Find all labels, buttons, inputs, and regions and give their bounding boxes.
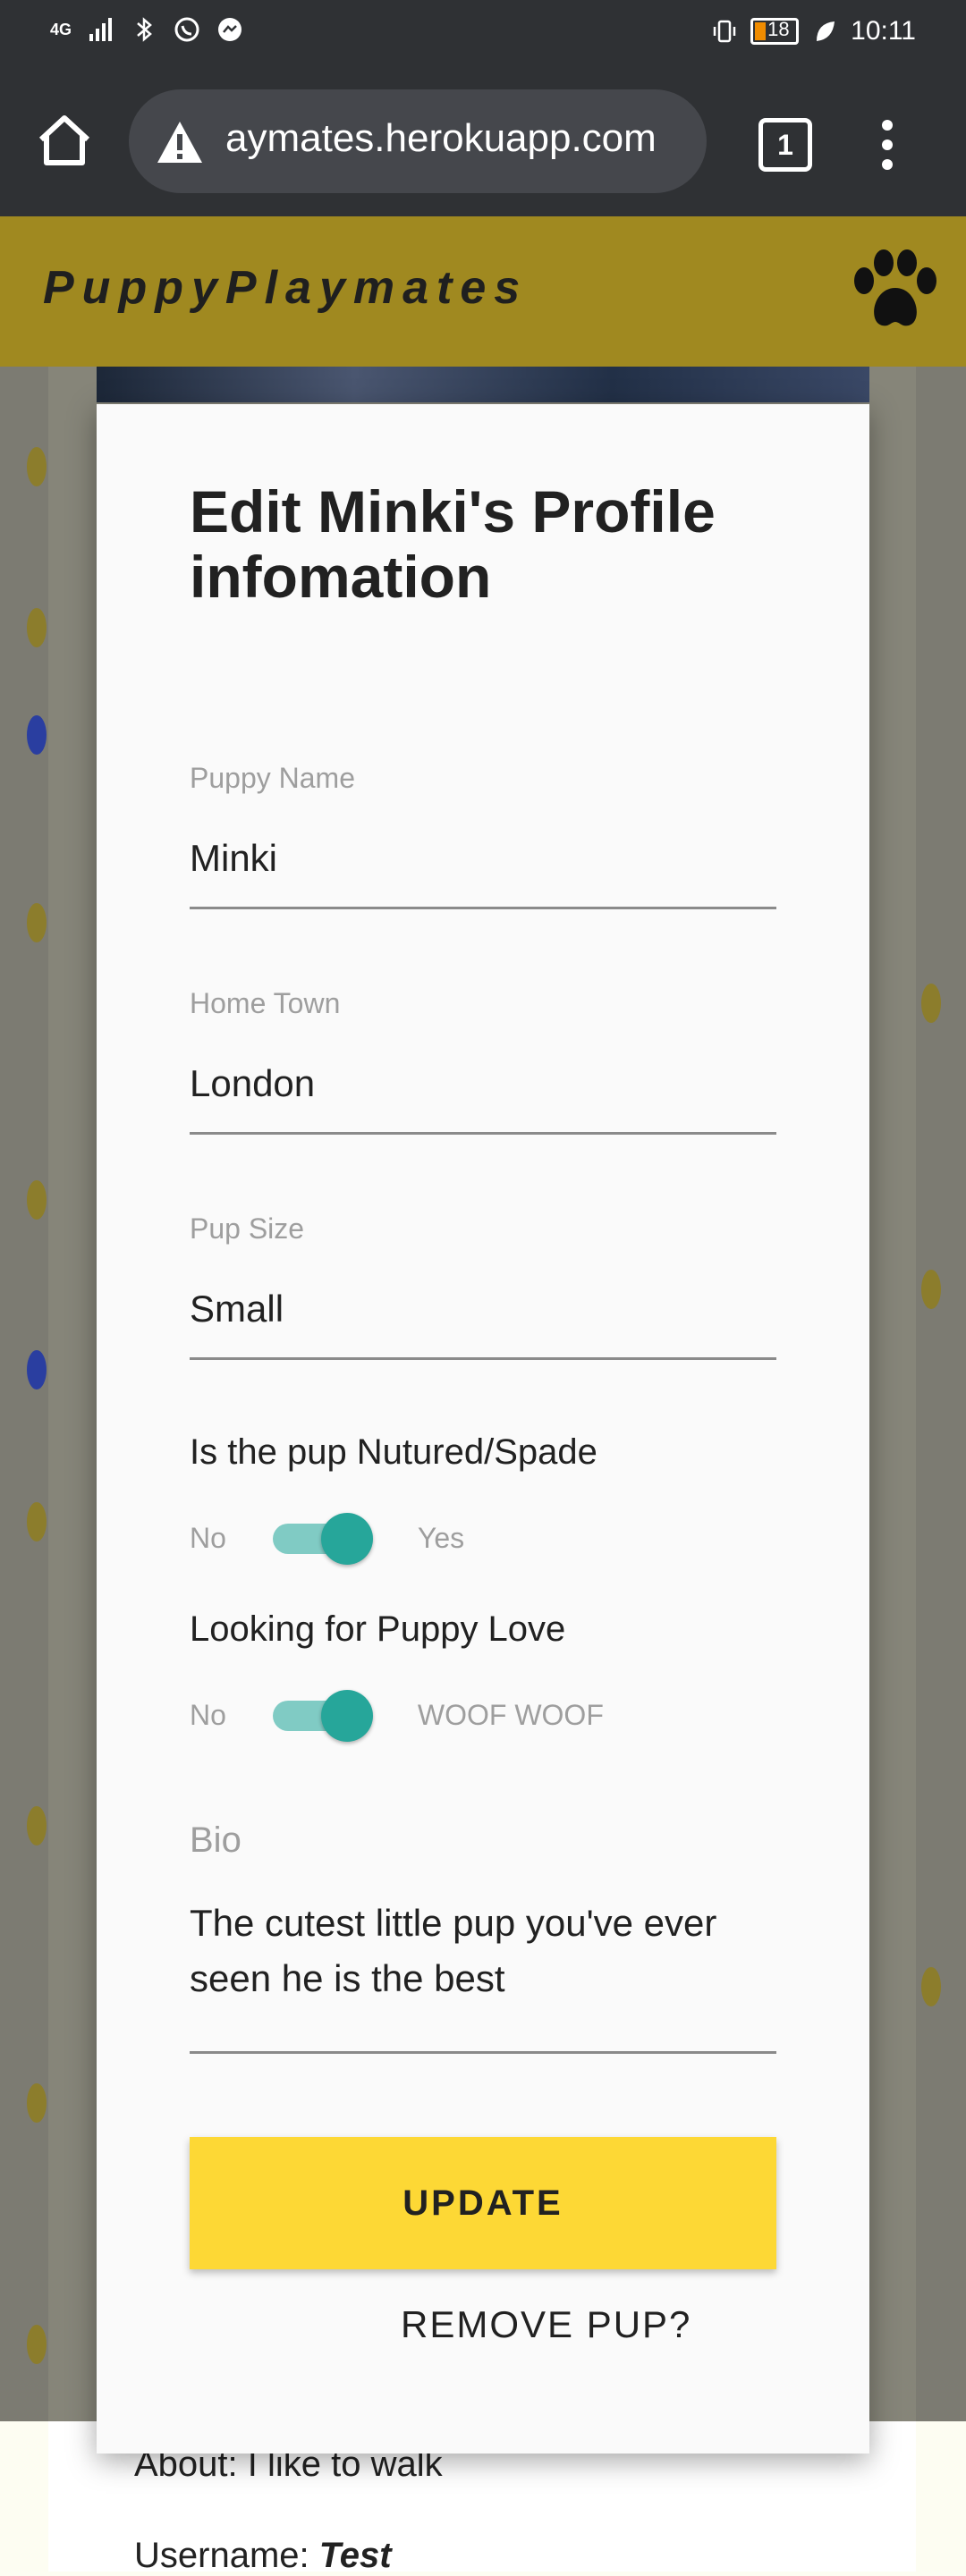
decorative-paw-dot (27, 1806, 47, 1845)
decorative-paw-dot (27, 1350, 47, 1389)
whatsapp-icon (174, 17, 199, 42)
neutered-question: Is the pup Nutured/Spade (190, 1432, 597, 1472)
browser-toolbar: aymates.herokuapp.com 1 (0, 68, 966, 216)
tabs-button[interactable]: 1 (758, 118, 812, 172)
neutered-on-label: Yes (417, 1521, 465, 1554)
modal-title: Edit Minki's Profile infomation (190, 478, 716, 610)
signal-icon (89, 18, 113, 41)
pup-size-label: Pup Size (190, 1212, 305, 1245)
puppy-name-input[interactable] (190, 837, 776, 909)
toggle-thumb[interactable] (320, 1690, 373, 1742)
brand-logo-text[interactable]: PuppyPlaymates (43, 261, 528, 315)
puppy-name-label: Puppy Name (190, 762, 355, 794)
vibrate-icon (713, 20, 736, 43)
puppy-love-on-label: WOOF WOOF (417, 1698, 604, 1731)
username-value: Test (318, 2536, 392, 2575)
decorative-paw-dot (27, 715, 47, 755)
network-indicator: 4G (50, 20, 72, 38)
bio-label: Bio (190, 1820, 242, 1860)
decorative-paw-dot (921, 1967, 941, 2006)
more-menu-icon[interactable] (877, 118, 898, 172)
home-town-input[interactable] (190, 1062, 776, 1135)
decorative-paw-dot (921, 1270, 941, 1309)
battery-icon: 18 (750, 18, 800, 45)
clock: 10:11 (851, 16, 916, 46)
bio-textarea[interactable]: The cutest little pup you've ever seen h… (190, 1896, 776, 2054)
decorative-paw-dot (27, 1502, 47, 1541)
home-town-label: Home Town (190, 987, 341, 1019)
decorative-paw-dot (27, 2083, 47, 2123)
decorative-paw-dot (27, 2325, 47, 2364)
update-button[interactable]: UPDATE (190, 2137, 776, 2269)
leaf-icon (817, 21, 835, 41)
paw-icon[interactable] (846, 247, 945, 336)
decorative-paw-dot (27, 1180, 47, 1220)
status-bar: 4G 18 10:11 (0, 0, 966, 68)
messenger-icon (218, 18, 242, 41)
decorative-paw-dot (27, 608, 47, 647)
neutered-toggle-row: No Yes (190, 1513, 465, 1565)
warning-icon[interactable] (156, 120, 204, 165)
username-label: Username: (134, 2536, 309, 2575)
puppy-love-question: Looking for Puppy Love (190, 1609, 566, 1649)
neutered-toggle[interactable] (272, 1513, 373, 1565)
puppy-love-toggle-row: No WOOF WOOF (190, 1690, 604, 1742)
pup-size-input[interactable] (190, 1288, 776, 1360)
url-text[interactable]: aymates.herokuapp.com (225, 116, 657, 161)
decorative-paw-dot (27, 903, 47, 942)
battery-level: 18 (767, 18, 790, 40)
decorative-paw-dot (27, 447, 47, 486)
status-left: 4G (50, 16, 243, 43)
puppy-love-off-label: No (190, 1698, 226, 1731)
edit-profile-modal: Edit Minki's Profile infomation Puppy Na… (97, 404, 869, 2454)
app-header: PuppyPlaymates (0, 216, 966, 367)
home-icon[interactable] (34, 111, 95, 172)
status-right: 18 10:11 (711, 16, 916, 46)
neutered-off-label: No (190, 1521, 226, 1554)
bluetooth-icon (137, 17, 152, 42)
puppy-love-toggle[interactable] (272, 1690, 373, 1742)
username-line: Username: Test (134, 2536, 392, 2576)
address-bar[interactable]: aymates.herokuapp.com (129, 89, 707, 193)
remove-pup-button[interactable]: REMOVE PUP? (401, 2303, 691, 2346)
profile-photo-strip (97, 367, 869, 402)
decorative-paw-dot (921, 984, 941, 1023)
toggle-thumb[interactable] (320, 1513, 373, 1565)
